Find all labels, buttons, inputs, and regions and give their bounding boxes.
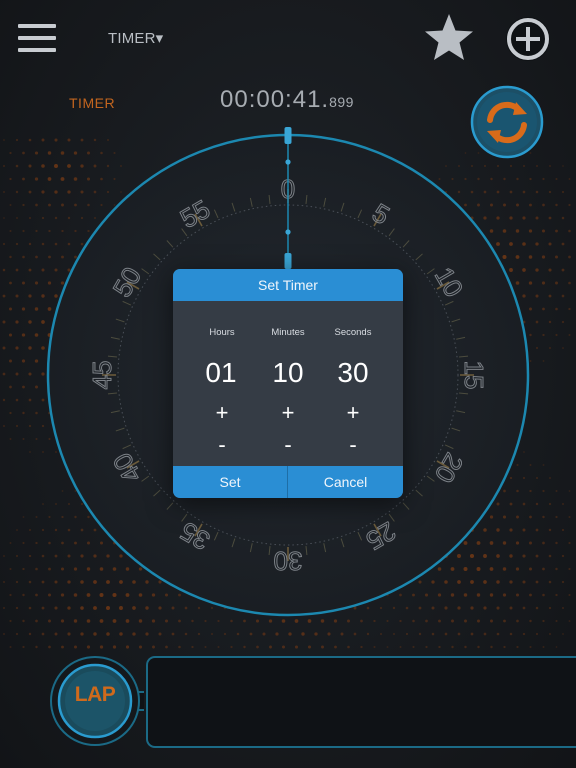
seconds-decrement-button[interactable]: - — [335, 432, 371, 458]
hours-value: 01 — [205, 357, 237, 388]
minutes-label: Minutes — [271, 327, 305, 338]
dialog-actions: Set Cancel — [173, 466, 403, 498]
elapsed-time-display: 00:00:41.899 — [220, 86, 354, 114]
seconds-increment-button[interactable]: + — [335, 400, 371, 426]
dial-label: 15 — [459, 361, 489, 390]
elapsed-time-main: 00:00:41. — [220, 86, 330, 113]
minutes-increment-button[interactable]: + — [270, 400, 306, 426]
lap-label: LAP — [74, 683, 116, 706]
cancel-button[interactable]: Cancel — [288, 466, 403, 498]
hours-label: Hours — [209, 327, 235, 338]
mode-dropdown[interactable]: TIMER▾ — [108, 29, 163, 49]
dial-label: 45 — [87, 361, 117, 390]
menu-button[interactable] — [18, 24, 58, 52]
hours-increment-button[interactable]: + — [204, 400, 240, 426]
refresh-icon — [470, 85, 544, 159]
star-icon — [425, 14, 473, 60]
elapsed-time-milliseconds: 899 — [329, 94, 354, 110]
add-circle-icon — [506, 17, 550, 61]
seconds-label: Seconds — [334, 327, 372, 338]
favorite-button[interactable] — [421, 10, 477, 66]
set-timer-dialog: Set Timer Hours Minutes Seconds 01 10 30… — [173, 269, 403, 498]
set-button[interactable]: Set — [173, 466, 287, 498]
seconds-value: 30 — [337, 357, 369, 388]
minutes-decrement-button[interactable]: - — [270, 432, 306, 458]
menu-icon-bar — [18, 48, 56, 52]
add-button[interactable] — [500, 12, 556, 68]
minutes-value: 10 — [272, 357, 304, 388]
mode-label: TIMER — [69, 95, 116, 111]
dialog-title: Set Timer — [173, 269, 403, 301]
menu-icon-bar — [18, 36, 56, 40]
hours-decrement-button[interactable]: - — [204, 432, 240, 458]
reset-button[interactable] — [469, 84, 545, 160]
lap-list-panel[interactable] — [146, 656, 576, 748]
timer-screen: 0 5 10 15 20 25 30 35 40 45 50 55 TIMER▾ TIMER 00:0… — [0, 0, 576, 768]
dial-label: 30 — [274, 546, 303, 576]
menu-icon-bar — [18, 24, 56, 28]
